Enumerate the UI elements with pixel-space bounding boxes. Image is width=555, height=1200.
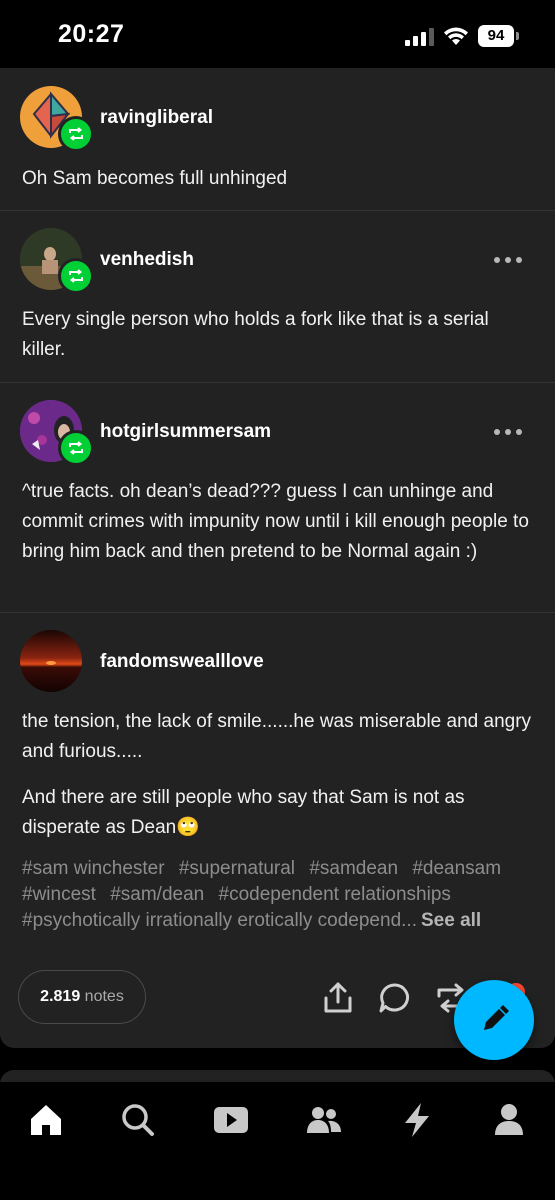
- post-username[interactable]: fandomswealllove: [100, 651, 264, 673]
- tag[interactable]: #sam winchester: [22, 858, 165, 879]
- more-options-icon[interactable]: [494, 255, 524, 265]
- reblog-icon: [69, 441, 83, 455]
- share-icon[interactable]: [320, 980, 356, 1016]
- post-divider: [0, 382, 555, 383]
- battery-indicator: 94: [478, 25, 514, 47]
- post-divider: [0, 612, 555, 613]
- reblog-badge: [58, 258, 94, 294]
- post-text: Oh Sam becomes full unhinged: [22, 168, 288, 189]
- compose-button[interactable]: [454, 980, 534, 1060]
- reblog-badge: [58, 430, 94, 466]
- reblog-badge: [58, 116, 94, 152]
- reblog-icon: [69, 269, 83, 283]
- activity-icon[interactable]: [397, 1100, 437, 1140]
- notes-count: 2.819: [40, 988, 81, 1005]
- account-icon[interactable]: [489, 1100, 529, 1140]
- notes-label: notes: [84, 988, 124, 1005]
- tag[interactable]: #codependent relationships: [219, 884, 451, 905]
- post-username[interactable]: hotgirlsummersam: [100, 421, 271, 443]
- status-bar: 20:27 94: [0, 0, 555, 68]
- tab-bar: [0, 1082, 555, 1200]
- pencil-icon: [484, 1005, 509, 1030]
- reply-icon[interactable]: [377, 980, 413, 1016]
- avatar[interactable]: [20, 630, 82, 692]
- post-card: ravingliberal Oh Sam becomes full unhing…: [0, 68, 555, 1048]
- post-divider: [0, 210, 555, 211]
- post-text: Every single person who holds a fork lik…: [22, 309, 489, 360]
- video-icon[interactable]: [211, 1100, 251, 1140]
- search-icon[interactable]: [118, 1100, 158, 1140]
- wifi-icon: [444, 27, 468, 45]
- notes-button[interactable]: 2.819 notes: [18, 970, 146, 1024]
- see-all-link[interactable]: See all: [421, 910, 481, 931]
- post-username[interactable]: venhedish: [100, 249, 194, 271]
- tag[interactable]: #deansam: [412, 858, 501, 879]
- post-username[interactable]: ravingliberal: [100, 107, 213, 129]
- post-text: And there are still people who say that …: [22, 787, 465, 838]
- tag[interactable]: #samdean: [309, 858, 398, 879]
- more-options-icon[interactable]: [494, 427, 524, 437]
- battery-tip: [516, 32, 519, 40]
- home-icon[interactable]: [26, 1100, 66, 1140]
- post-text: ^true facts. oh dean’s dead??? guess I c…: [22, 481, 529, 562]
- tag[interactable]: #psychotically irrationally erotically c…: [22, 910, 417, 931]
- tag[interactable]: #supernatural: [179, 858, 295, 879]
- tag[interactable]: #wincest: [22, 884, 96, 905]
- avatar-photo: [20, 630, 82, 692]
- tag[interactable]: #sam/dean: [110, 884, 204, 905]
- signal-icon: [405, 28, 434, 46]
- tag-list: #sam winchester #supernatural #samdean #…: [22, 856, 542, 934]
- post-text: the tension, the lack of smile......he w…: [22, 711, 532, 762]
- reblog-icon: [69, 127, 83, 141]
- status-time: 20:27: [58, 20, 125, 48]
- community-icon[interactable]: [304, 1100, 344, 1140]
